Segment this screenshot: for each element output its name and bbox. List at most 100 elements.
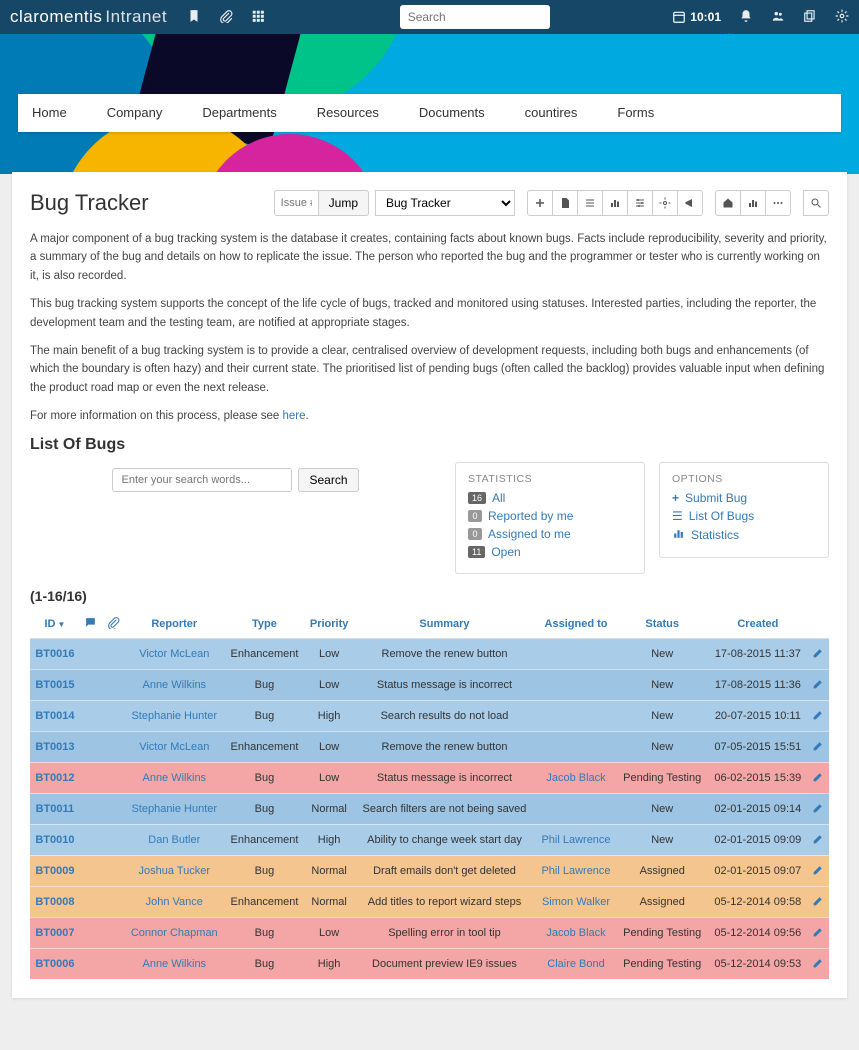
reporter-link[interactable]: Anne Wilkins — [142, 679, 206, 691]
assignee-link[interactable]: Claire Bond — [547, 958, 604, 970]
megaphone-icon[interactable] — [677, 190, 703, 216]
assignee-link[interactable]: Jacob Black — [546, 772, 605, 784]
col-created[interactable]: Created — [708, 610, 808, 639]
nav-documents[interactable]: Documents — [399, 94, 505, 132]
table-row[interactable]: BT0013Victor McLeanEnhancementLowRemove … — [30, 731, 829, 762]
bug-id-link[interactable]: BT0013 — [35, 741, 74, 753]
gear-icon[interactable] — [835, 9, 849, 26]
edit-icon[interactable] — [808, 638, 829, 669]
bell-icon[interactable] — [739, 9, 753, 26]
submit-bug-link[interactable]: Submit Bug — [685, 491, 747, 505]
home-icon[interactable] — [715, 190, 741, 216]
bookmark-icon[interactable] — [187, 9, 201, 26]
col-summary[interactable]: Summary — [354, 610, 536, 639]
nav-forms[interactable]: Forms — [597, 94, 674, 132]
assignee-link[interactable]: Simon Walker — [542, 896, 610, 908]
attachment-icon[interactable] — [219, 9, 233, 26]
reporter-link[interactable]: Stephanie Hunter — [131, 803, 217, 815]
edit-icon[interactable] — [808, 917, 829, 948]
copy-icon[interactable] — [803, 9, 817, 26]
file-icon[interactable] — [552, 190, 578, 216]
clock[interactable]: 10:01 — [672, 10, 721, 24]
edit-icon[interactable] — [808, 762, 829, 793]
reporter-link[interactable]: Connor Chapman — [131, 927, 218, 939]
edit-icon[interactable] — [808, 731, 829, 762]
edit-icon[interactable] — [808, 793, 829, 824]
jump-button[interactable]: Jump — [319, 190, 369, 216]
edit-icon[interactable] — [808, 855, 829, 886]
stat-link[interactable]: Open — [491, 545, 520, 559]
reporter-link[interactable]: Stephanie Hunter — [131, 710, 217, 722]
nav-departments[interactable]: Departments — [182, 94, 296, 132]
assignee-link[interactable]: Jacob Black — [546, 927, 605, 939]
issue-number-input[interactable] — [274, 190, 319, 216]
col-attachment-icon[interactable] — [102, 610, 124, 639]
reporter-link[interactable]: Victor McLean — [139, 648, 209, 660]
stat-link[interactable]: All — [492, 491, 505, 505]
bug-id-link[interactable]: BT0011 — [36, 803, 75, 815]
reporter-link[interactable]: Victor McLean — [139, 741, 209, 753]
table-row[interactable]: BT0015Anne WilkinsBugLowStatus message i… — [30, 669, 829, 700]
sliders-icon[interactable] — [627, 190, 653, 216]
bug-id-link[interactable]: BT0008 — [35, 896, 74, 908]
nav-resources[interactable]: Resources — [297, 94, 399, 132]
edit-icon[interactable] — [808, 824, 829, 855]
table-row[interactable]: BT0007Connor ChapmanBugLowSpelling error… — [30, 917, 829, 948]
bug-id-link[interactable]: BT0007 — [35, 927, 74, 939]
statistics-link[interactable]: Statistics — [691, 528, 739, 542]
table-row[interactable]: BT0012Anne WilkinsBugLowStatus message i… — [30, 762, 829, 793]
assignee-link[interactable]: Phil Lawrence — [541, 865, 610, 877]
bug-id-link[interactable]: BT0009 — [35, 865, 74, 877]
bug-id-link[interactable]: BT0006 — [35, 958, 74, 970]
tracker-select[interactable]: Bug Tracker — [375, 190, 515, 216]
col-type[interactable]: Type — [224, 610, 304, 639]
people-icon[interactable] — [771, 9, 785, 26]
global-search-input[interactable] — [400, 5, 550, 29]
chart-icon — [672, 527, 685, 543]
list-bugs-link[interactable]: List Of Bugs — [689, 509, 754, 523]
add-button[interactable] — [527, 190, 553, 216]
list-icon[interactable] — [577, 190, 603, 216]
edit-icon[interactable] — [808, 948, 829, 979]
table-row[interactable]: BT0016Victor McLeanEnhancementLowRemove … — [30, 638, 829, 669]
nav-home[interactable]: Home — [18, 94, 87, 132]
edit-icon[interactable] — [808, 886, 829, 917]
bug-id-link[interactable]: BT0015 — [35, 679, 74, 691]
bug-id-link[interactable]: BT0014 — [35, 710, 74, 722]
col-id[interactable]: ID — [30, 610, 80, 639]
reporter-link[interactable]: Anne Wilkins — [142, 958, 206, 970]
col-priority[interactable]: Priority — [305, 610, 354, 639]
stats-icon[interactable] — [740, 190, 766, 216]
more-icon[interactable] — [765, 190, 791, 216]
reporter-link[interactable]: Anne Wilkins — [142, 772, 206, 784]
table-row[interactable]: BT0011Stephanie HunterBugNormalSearch fi… — [30, 793, 829, 824]
here-link[interactable]: here — [282, 410, 305, 422]
col-assigned[interactable]: Assigned to — [535, 610, 616, 639]
stat-link[interactable]: Reported by me — [488, 509, 573, 523]
brand-logo[interactable]: claromentisIntranet — [10, 7, 167, 27]
settings-icon[interactable] — [652, 190, 678, 216]
bug-id-link[interactable]: BT0016 — [35, 648, 74, 660]
nav-company[interactable]: Company — [87, 94, 183, 132]
stat-link[interactable]: Assigned to me — [488, 527, 571, 541]
col-reporter[interactable]: Reporter — [124, 610, 224, 639]
reporter-link[interactable]: John Vance — [146, 896, 203, 908]
edit-icon[interactable] — [808, 700, 829, 731]
table-row[interactable]: BT0010Dan ButlerEnhancementHighAbility t… — [30, 824, 829, 855]
table-row[interactable]: BT0008John VanceEnhancementNormalAdd tit… — [30, 886, 829, 917]
bug-search-button[interactable]: Search — [298, 468, 358, 492]
bug-search-input[interactable] — [112, 468, 292, 492]
col-comments-icon[interactable] — [80, 610, 102, 639]
table-row[interactable]: BT0009Joshua TuckerBugNormalDraft emails… — [30, 855, 829, 886]
edit-icon[interactable] — [808, 669, 829, 700]
nav-countires[interactable]: countires — [505, 94, 598, 132]
col-status[interactable]: Status — [617, 610, 708, 639]
bar-chart-icon[interactable] — [602, 190, 628, 216]
reporter-link[interactable]: Joshua Tucker — [139, 865, 211, 877]
table-row[interactable]: BT0006Anne WilkinsBugHighDocument previe… — [30, 948, 829, 979]
bug-id-link[interactable]: BT0012 — [35, 772, 74, 784]
search-icon[interactable] — [803, 190, 829, 216]
table-row[interactable]: BT0014Stephanie HunterBugHighSearch resu… — [30, 700, 829, 731]
apps-grid-icon[interactable] — [251, 9, 265, 26]
stat-count: 0 — [468, 528, 482, 540]
